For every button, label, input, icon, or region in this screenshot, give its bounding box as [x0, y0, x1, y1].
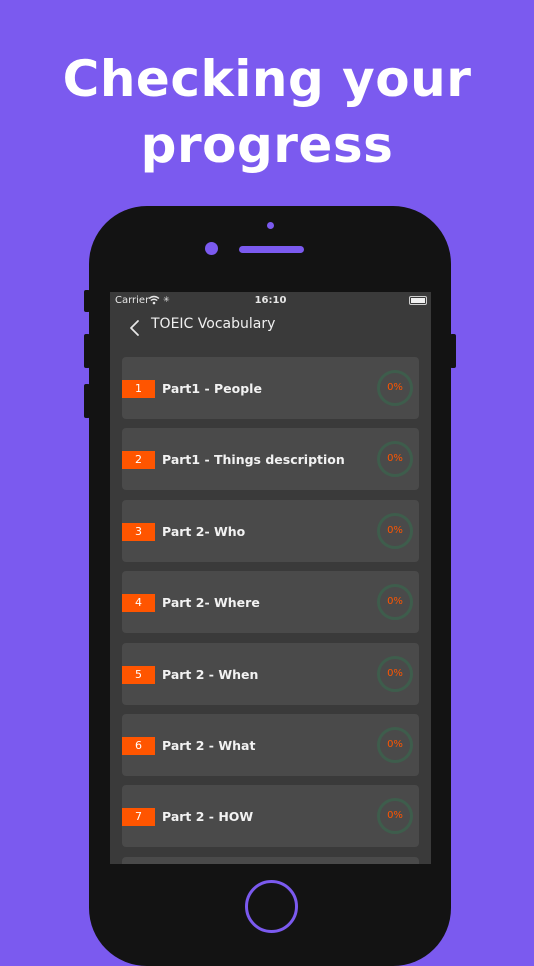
battery-icon [409, 296, 427, 305]
lesson-title: Part1 - Things description [162, 452, 345, 468]
nav-title: TOEIC Vocabulary [151, 316, 276, 332]
phone-screen: Carrier ✳ 16:10 TOEIC Vocabulary 1 Part1… [110, 292, 431, 864]
lesson-list: 1 Part1 - People 0% 2 Part1 - Things des… [122, 357, 419, 864]
lesson-title: Part 2 - When [162, 666, 259, 682]
lesson-number-badge: 6 [122, 736, 155, 755]
headline: Checking your progress [0, 46, 534, 178]
lesson-item[interactable]: 4 Part 2- Where 0% [122, 571, 419, 634]
earpiece-speaker [239, 246, 304, 253]
lesson-item[interactable]: 5 Part 2 - When 0% [122, 642, 419, 705]
lesson-item[interactable]: 2 Part1 - Things description 0% [122, 428, 419, 491]
lesson-number-badge: 1 [122, 380, 155, 398]
lesson-title: Part 2- Who [162, 523, 246, 539]
lesson-number-badge: 5 [122, 665, 155, 684]
back-chevron-icon[interactable] [128, 318, 144, 338]
lesson-item[interactable]: 3 Part 2- Who 0% [122, 499, 419, 562]
status-bar: Carrier ✳ 16:10 [110, 292, 431, 310]
lesson-title: Part1 - People [162, 381, 262, 396]
lesson-progress: 0% [387, 524, 403, 536]
lesson-number-badge: 4 [122, 594, 155, 613]
lesson-progress: 0% [387, 738, 403, 750]
lesson-progress: 0% [387, 596, 403, 608]
lesson-progress: 0% [387, 667, 403, 679]
phone-frame: Carrier ✳ 16:10 TOEIC Vocabulary 1 Part1… [89, 206, 451, 966]
lesson-item-partial[interactable] [122, 856, 419, 864]
lesson-number-badge: 7 [122, 808, 155, 827]
lesson-title: Part 2 - What [162, 737, 256, 753]
lesson-title: Part 2- Where [162, 595, 260, 611]
status-time: 16:10 [254, 295, 287, 306]
lesson-item[interactable]: 1 Part1 - People 0% [122, 357, 419, 419]
lesson-item[interactable]: 7 Part 2 - HOW 0% [122, 785, 419, 848]
headline-line-2: progress [140, 116, 394, 174]
lesson-progress: 0% [387, 382, 403, 393]
lesson-item[interactable]: 6 Part 2 - What 0% [122, 713, 419, 776]
front-camera [205, 242, 218, 255]
lesson-title: Part 2 - HOW [162, 809, 254, 825]
headline-line-1: Checking your [62, 50, 472, 108]
lesson-number-badge: 3 [122, 522, 155, 541]
home-button[interactable] [245, 880, 298, 933]
proximity-sensor [267, 222, 274, 229]
lesson-progress: 0% [387, 810, 403, 822]
navigation-bar: TOEIC Vocabulary [110, 310, 431, 346]
lesson-progress: 0% [387, 453, 403, 465]
lesson-number-badge: 2 [122, 451, 155, 470]
